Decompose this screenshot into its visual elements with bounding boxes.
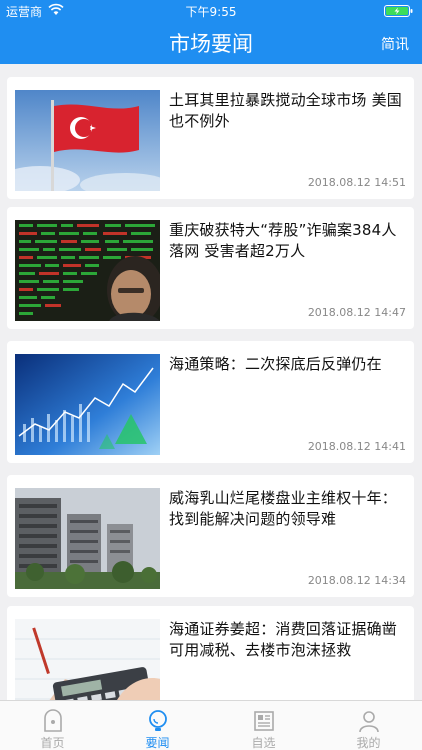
news-icon (149, 710, 167, 731)
news-time: 2018.08.12 14:34 (307, 574, 406, 587)
status-bar: 运营商 下午9:55 (0, 0, 422, 22)
news-thumbnail-buildings (15, 488, 160, 589)
tab-label: 自选 (251, 736, 276, 750)
tab-label: 首页 (40, 736, 65, 750)
watchlist-icon (254, 711, 274, 731)
tab-home[interactable]: 首页 (0, 701, 105, 750)
news-thumbnail-market-chart (15, 354, 160, 455)
tab-news[interactable]: 要闻 (105, 701, 210, 750)
news-title: 海通策略：二次探底后反弹仍在 (169, 355, 382, 373)
news-item[interactable]: 土耳其里拉暴跌搅动全球市场 美国也不例外 2018.08.12 14:51 (7, 77, 414, 199)
news-title: 土耳其里拉暴跌搅动全球市场 美国也不例外 (169, 91, 402, 130)
home-icon (44, 709, 62, 732)
status-time: 下午9:55 (185, 5, 237, 19)
news-item[interactable]: 重庆破获特大“荐股”诈骗案384人落网 受害者超2万人 2018.08.12 1… (7, 207, 414, 329)
tab-label: 我的 (356, 736, 381, 750)
news-item[interactable]: 海通证券姜超：消费回落证据确凿 可用减税、去楼市泡沫拯救 (7, 606, 414, 700)
tab-label: 要闻 (145, 736, 170, 750)
news-time: 2018.08.12 14:51 (307, 176, 406, 189)
tab-bar: 首页 要闻 自选 我的 (0, 700, 422, 750)
news-item[interactable]: 海通策略：二次探底后反弹仍在 2018.08.12 14:41 (7, 341, 414, 463)
profile-icon (359, 711, 379, 733)
brief-news-button[interactable]: 简讯 (381, 34, 409, 54)
nav-bar: 市场要闻 简讯 (0, 22, 422, 64)
news-time: 2018.08.12 14:41 (307, 440, 406, 453)
news-list[interactable]: 土耳其里拉暴跌搅动全球市场 美国也不例外 2018.08.12 14:51 重庆… (0, 64, 422, 700)
tab-profile[interactable]: 我的 (316, 701, 421, 750)
news-thumbnail-turkey-flag (15, 90, 160, 191)
news-title: 海通证券姜超：消费回落证据确凿 可用减税、去楼市泡沫拯救 (169, 620, 398, 659)
news-time: 2018.08.12 14:47 (307, 306, 406, 319)
news-title: 威海乳山烂尾楼盘业主维权十年：找到能解决问题的领导难 (169, 489, 398, 528)
news-thumbnail-stock-board (15, 220, 160, 321)
news-thumbnail-calculator (15, 619, 160, 700)
battery-icon (384, 5, 413, 17)
tab-watchlist[interactable]: 自选 (211, 701, 316, 750)
news-item[interactable]: 威海乳山烂尾楼盘业主维权十年：找到能解决问题的领导难 2018.08.12 14… (7, 475, 414, 597)
news-title: 重庆破获特大“荐股”诈骗案384人落网 受害者超2万人 (169, 221, 397, 260)
page-title: 市场要闻 (169, 32, 253, 56)
